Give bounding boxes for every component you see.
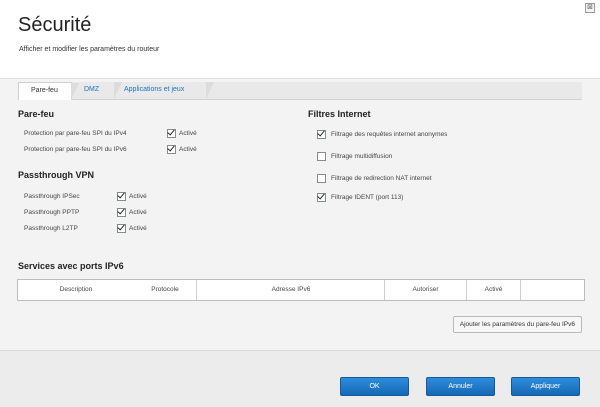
filter-nat-redirect-label: Filtrage de redirection NAT internet: [331, 175, 432, 182]
page-title: Sécurité: [18, 14, 92, 36]
ok-button[interactable]: OK: [340, 377, 409, 396]
vpn-pptp-checkbox[interactable]: [117, 208, 126, 217]
filter-anonymous-label: Filtrage des requêtes internet anonymes: [331, 131, 448, 138]
filter-ident-checkbox[interactable]: [317, 193, 326, 202]
page-subtitle: Afficher et modifier les paramètres du r…: [19, 46, 160, 53]
column-header-protocole: Protocole: [151, 286, 179, 293]
filter-multicast-label: Filtrage multidiffusion: [331, 153, 393, 160]
filter-anonymous-checkbox[interactable]: [317, 130, 326, 139]
tab-label: Applications et jeux: [124, 86, 185, 93]
close-icon[interactable]: ⊠: [585, 3, 595, 13]
page-header: Sécurité Afficher et modifier les paramè…: [0, 0, 600, 78]
settings-panel: Pare-feu DMZ Applications et jeux Pare-f…: [0, 78, 600, 351]
vpn-pptp-label: Passthrough PPTP: [24, 209, 80, 216]
vpn-l2tp-check-label: Activé: [129, 225, 147, 232]
vpn-pptp-check-label: Activé: [129, 209, 147, 216]
column-header-autoriser: Autoriser: [412, 286, 439, 293]
firewall-ipv4-checkbox[interactable]: [167, 129, 176, 138]
filter-multicast-checkbox[interactable]: [317, 152, 326, 161]
filter-ident-label: Filtrage IDENT (port 113): [331, 194, 404, 201]
footer-bar: [0, 350, 600, 407]
add-ipv6-firewall-settings-button[interactable]: Ajouter les paramètres du pare-feu IPv6: [452, 316, 582, 333]
firewall-ipv4-label: Protection par pare-feu SPI du IPv4: [24, 130, 127, 137]
column-divider: [520, 280, 521, 300]
apply-button[interactable]: Appliquer: [511, 377, 580, 396]
tab-applications-et-jeux[interactable]: Applications et jeux: [112, 82, 214, 99]
cancel-button[interactable]: Annuler: [426, 377, 495, 396]
tab-pare-feu[interactable]: Pare-feu: [18, 82, 79, 100]
filter-nat-redirect-checkbox[interactable]: [317, 174, 326, 183]
section-title-filters: Filtres Internet: [308, 109, 371, 119]
firewall-ipv6-label: Protection par pare-feu SPI du IPv6: [24, 146, 127, 153]
vpn-l2tp-label: Passthrough L2TP: [24, 225, 78, 232]
section-title-ipv6-services: Services avec ports IPv6: [18, 261, 124, 271]
vpn-l2tp-checkbox[interactable]: [117, 224, 126, 233]
column-header-adresse-ipv6: Adresse IPv6: [271, 286, 311, 293]
vpn-ipsec-check-label: Activé: [129, 193, 147, 200]
tab-label: DMZ: [84, 86, 100, 93]
vpn-ipsec-label: Passthrough IPSec: [24, 193, 80, 200]
tab-edge: [206, 82, 214, 99]
column-header-description: Description: [59, 286, 93, 293]
tab-dmz[interactable]: DMZ: [72, 82, 122, 99]
firewall-ipv6-check-label: Activé: [179, 146, 197, 153]
ipv6-services-table: Description Protocole Adresse IPv6 Autor…: [17, 279, 585, 301]
section-title-vpn: Passthrough VPN: [18, 170, 95, 180]
firewall-ipv4-check-label: Activé: [179, 130, 197, 137]
column-header-active: Activé: [484, 286, 503, 293]
section-title-firewall: Pare-feu: [18, 109, 55, 119]
firewall-ipv6-checkbox[interactable]: [167, 145, 176, 154]
vpn-ipsec-checkbox[interactable]: [117, 192, 126, 201]
tab-bar: Pare-feu DMZ Applications et jeux: [18, 82, 582, 100]
tab-label: Pare-feu: [31, 87, 58, 94]
